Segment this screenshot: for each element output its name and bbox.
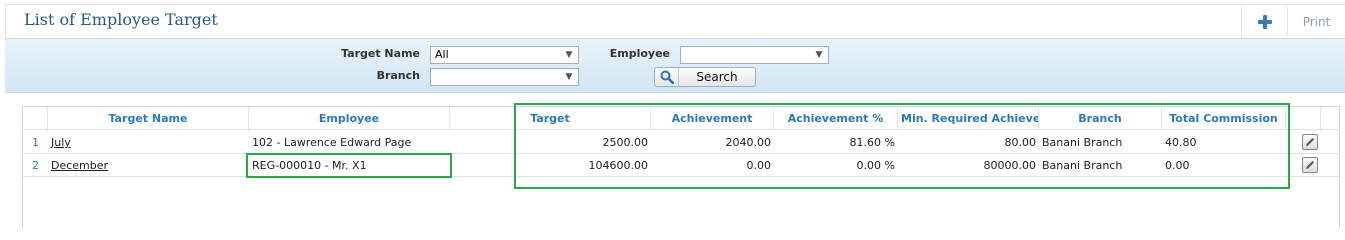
column-header-actions <box>1286 107 1321 130</box>
min-required-cell: 80.00 <box>1004 136 1037 149</box>
edit-button[interactable] <box>1302 134 1318 150</box>
plus-icon <box>1257 15 1272 29</box>
employee-select[interactable]: ▼ <box>680 46 829 64</box>
table-row: 2 December REG-000010 - Mr. X1 104600.00… <box>23 154 1339 177</box>
filter-bar: Target Name All ▼ Branch ▼ Employee ▼ Se… <box>5 38 1345 93</box>
column-header-total-commission[interactable]: Total Commission <box>1162 107 1286 130</box>
target-name-link[interactable]: July <box>51 136 71 149</box>
page-title: List of Employee Target <box>24 10 218 29</box>
column-header-rownum <box>23 107 48 130</box>
total-commission-cell: 40.80 <box>1165 136 1197 149</box>
employee-cell: REG-000010 - Mr. X1 <box>252 159 367 172</box>
header-actions: Print <box>1241 7 1345 37</box>
target-cell: 104600.00 <box>588 159 649 172</box>
target-cell: 2500.00 <box>602 136 649 149</box>
achievement-cell: 2040.00 <box>725 136 772 149</box>
chevron-down-icon: ▼ <box>815 50 823 60</box>
row-number: 2 <box>32 159 39 172</box>
add-button[interactable] <box>1241 7 1287 37</box>
print-button[interactable]: Print <box>1287 7 1345 37</box>
table-header-row: Target Name Employee Target Achievement … <box>23 107 1339 130</box>
search-icon <box>655 68 679 86</box>
search-button[interactable]: Search <box>654 67 756 87</box>
column-header-target[interactable]: Target <box>450 107 651 130</box>
page-header: List of Employee Target Print <box>5 4 1345 38</box>
column-header-employee[interactable]: Employee <box>249 107 450 130</box>
branch-label: Branch <box>376 69 420 82</box>
target-name-label: Target Name <box>341 47 420 60</box>
column-header-branch[interactable]: Branch <box>1039 107 1162 130</box>
column-header-achievement[interactable]: Achievement <box>651 107 774 130</box>
employee-label: Employee <box>609 47 670 60</box>
table-row: 1 July 102 - Lawrence Edward Page 2500.0… <box>23 131 1339 154</box>
column-header-min-required[interactable]: Min. Required Achievem <box>898 107 1039 130</box>
branch-cell: Banani Branch <box>1042 159 1123 172</box>
row-number: 1 <box>32 136 39 149</box>
achievement-pct-cell: 0.00 % <box>856 159 895 172</box>
search-button-label: Search <box>696 70 738 84</box>
column-header-achievement-pct[interactable]: Achievement % <box>774 107 898 130</box>
column-header-target-name[interactable]: Target Name <box>48 107 249 130</box>
achievement-cell: 0.00 <box>746 159 772 172</box>
branch-cell: Banani Branch <box>1042 136 1123 149</box>
target-name-cell: December <box>48 154 249 177</box>
target-name-select-value: All <box>435 48 449 61</box>
target-name-select[interactable]: All ▼ <box>430 46 579 64</box>
achievement-pct-cell: 81.60 % <box>849 136 895 149</box>
edit-button[interactable] <box>1302 157 1318 173</box>
target-name-cell: July <box>48 131 249 154</box>
employee-cell: 102 - Lawrence Edward Page <box>252 136 412 149</box>
chevron-down-icon: ▼ <box>565 72 573 82</box>
min-required-cell: 80000.00 <box>983 159 1037 172</box>
pencil-icon <box>1306 161 1314 169</box>
chevron-down-icon: ▼ <box>565 50 573 60</box>
branch-select[interactable]: ▼ <box>430 68 579 86</box>
target-name-link[interactable]: December <box>51 159 108 172</box>
employee-target-table: Target Name Employee Target Achievement … <box>22 106 1340 228</box>
pencil-icon <box>1306 138 1314 146</box>
total-commission-cell: 0.00 <box>1165 159 1190 172</box>
